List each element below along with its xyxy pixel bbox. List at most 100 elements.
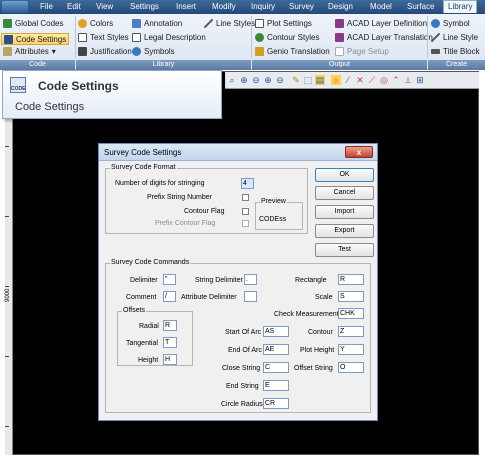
zoom-out-icon[interactable]: ⊖ xyxy=(251,75,261,85)
pencil-icon[interactable]: ✎ xyxy=(291,75,301,85)
tangential-input[interactable]: T xyxy=(163,337,177,348)
legal-description-button[interactable]: Legal Description xyxy=(132,33,206,42)
ok-button[interactable]: OK xyxy=(315,168,374,182)
contour-flag-label: Contour Flag xyxy=(184,208,225,215)
global-codes-icon xyxy=(3,19,12,28)
line-styles-button[interactable]: Line Styles xyxy=(204,19,255,28)
zoom-icon[interactable]: ⌕ xyxy=(227,75,237,85)
genio-translation-button[interactable]: Genio Translation xyxy=(255,47,330,56)
contour-label: Contour xyxy=(308,329,333,336)
genio-translation-icon xyxy=(255,47,264,56)
scale-input[interactable]: S xyxy=(338,291,364,302)
plot-settings-button[interactable]: Plot Settings xyxy=(255,19,312,28)
symbols-icon xyxy=(132,47,141,56)
grid-icon[interactable]: ⊞ xyxy=(415,75,425,85)
snap-intersection-icon[interactable]: ✕ xyxy=(355,75,365,85)
import-button[interactable]: Import xyxy=(315,205,374,219)
ribbon: Global Codes Code Settings Attributes ▾ C… xyxy=(0,14,485,70)
comment-input[interactable]: / xyxy=(163,291,176,302)
global-codes-button[interactable]: Global Codes xyxy=(3,19,63,28)
annotation-button[interactable]: Annotation xyxy=(132,19,182,28)
zoom-in-icon[interactable]: ⊕ xyxy=(239,75,249,85)
check-measurement-label: Check Measurement xyxy=(274,311,339,318)
menu-file[interactable]: File xyxy=(40,2,53,11)
zoom-window-icon[interactable]: ⊕ xyxy=(263,75,273,85)
justification-button[interactable]: Justification xyxy=(78,47,132,56)
zoom-previous-icon[interactable]: ⊖ xyxy=(275,75,285,85)
check-measurement-input[interactable]: CHK xyxy=(338,308,364,319)
create-symbol-button[interactable]: Symbol xyxy=(431,19,470,28)
tooltip-title: Code Settings xyxy=(38,79,119,93)
menu-view[interactable]: View xyxy=(96,2,113,11)
digits-input[interactable]: 4 xyxy=(241,178,254,189)
close-string-input[interactable]: C xyxy=(263,362,289,373)
contour-flag-checkbox[interactable] xyxy=(242,208,249,215)
end-string-input[interactable]: E xyxy=(263,380,289,391)
dialog-titlebar[interactable]: Survey Code Settings x xyxy=(99,144,377,161)
close-button[interactable]: x xyxy=(345,146,373,158)
code-settings-button[interactable]: Code Settings xyxy=(1,33,70,45)
circle-radius-input[interactable]: CR xyxy=(263,398,289,409)
application-button[interactable] xyxy=(2,1,28,13)
menu-modify[interactable]: Modify xyxy=(212,2,236,11)
snap-end-icon[interactable]: ⁄ xyxy=(343,75,353,85)
create-title-block-label: Title Block xyxy=(443,47,480,56)
menu-model[interactable]: Model xyxy=(370,2,392,11)
offset-string-input[interactable]: O xyxy=(338,362,364,373)
end-of-arc-input[interactable]: AE xyxy=(263,344,289,355)
snap-perpendicular-icon[interactable]: ⟋ xyxy=(367,75,377,85)
plot-height-input[interactable]: Y xyxy=(338,344,364,355)
plot-height-label: Plot Height xyxy=(300,347,335,354)
menu-library[interactable]: Library xyxy=(443,0,478,13)
contour-styles-button[interactable]: Contour Styles xyxy=(255,33,319,42)
tangential-label: Tangential xyxy=(126,340,158,347)
line-style-icon xyxy=(431,33,440,42)
snap-arc-icon[interactable]: ⌃ xyxy=(391,75,401,85)
menu-survey[interactable]: Survey xyxy=(289,2,314,11)
prefix-string-checkbox[interactable] xyxy=(242,194,249,201)
menu-inquiry[interactable]: Inquiry xyxy=(251,2,275,11)
layer-icon[interactable]: ▤ xyxy=(315,75,325,85)
create-line-style-button[interactable]: Line Style xyxy=(431,33,478,42)
text-styles-button[interactable]: Text Styles xyxy=(78,33,129,42)
radial-input[interactable]: R xyxy=(163,320,177,331)
symbols-button[interactable]: Symbols xyxy=(132,47,175,56)
preview-legend: Preview xyxy=(260,198,287,205)
string-delimiter-input[interactable]: . xyxy=(244,274,257,285)
menu-insert[interactable]: Insert xyxy=(176,2,196,11)
delimiter-input[interactable]: " xyxy=(163,274,176,285)
annotation-label: Annotation xyxy=(144,19,183,28)
menu-settings[interactable]: Settings xyxy=(130,2,159,11)
page-setup-button[interactable]: Page Setup xyxy=(335,47,389,56)
prefix-string-label: Prefix String Number xyxy=(147,194,212,201)
select-icon[interactable]: ⬚ xyxy=(303,75,313,85)
attributes-button[interactable]: Attributes ▾ xyxy=(3,47,56,56)
colors-button[interactable]: Colors xyxy=(78,19,113,28)
radial-label: Radial xyxy=(139,323,159,330)
create-title-block-button[interactable]: Title Block xyxy=(431,47,480,56)
acad-layer-translation-button[interactable]: ACAD Layer Translation xyxy=(335,33,433,42)
contour-styles-icon xyxy=(255,33,264,42)
snap-circle-icon[interactable]: ○ xyxy=(331,75,341,85)
contour-styles-label: Contour Styles xyxy=(267,33,320,42)
acad-layer-definition-button[interactable]: ACAD Layer Definition xyxy=(335,19,427,28)
attribute-delimiter-input[interactable] xyxy=(244,291,257,302)
acad-layer-translation-label: ACAD Layer Translation xyxy=(347,33,433,42)
start-of-arc-input[interactable]: AS xyxy=(263,326,289,337)
menu-edit[interactable]: Edit xyxy=(67,2,81,11)
end-string-label: End String xyxy=(226,383,259,390)
text-styles-icon xyxy=(78,33,87,42)
contour-input[interactable]: Z xyxy=(338,326,364,337)
rectangle-input[interactable]: R xyxy=(338,274,364,285)
plot-settings-icon xyxy=(255,19,264,28)
test-button[interactable]: Test xyxy=(315,243,374,257)
snap-tangent-icon[interactable]: ⟂ xyxy=(403,75,413,85)
snap-center-icon[interactable]: ◎ xyxy=(379,75,389,85)
menu-surface[interactable]: Surface xyxy=(407,2,435,11)
menu-design[interactable]: Design xyxy=(328,2,353,11)
height-input[interactable]: H xyxy=(163,354,177,365)
prefix-contour-flag-label: Prefix Contour Flag xyxy=(155,220,216,227)
export-button[interactable]: Export xyxy=(315,224,374,238)
tooltip-description: Code Settings xyxy=(15,101,85,113)
cancel-button[interactable]: Cancel xyxy=(315,186,374,200)
